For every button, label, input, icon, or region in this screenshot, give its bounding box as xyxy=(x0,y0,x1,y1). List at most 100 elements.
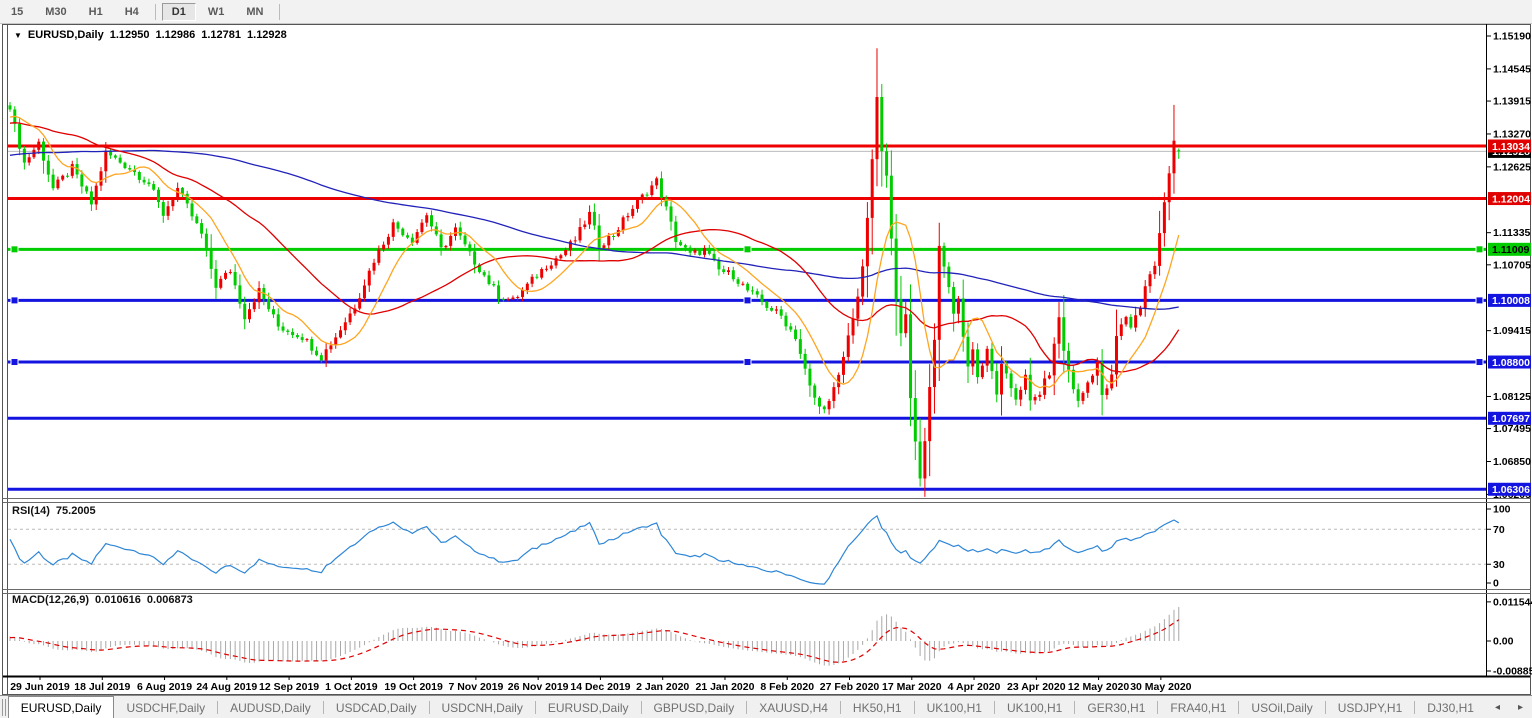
symbol-dropdown-icon[interactable]: ▼ xyxy=(14,31,22,40)
chart-tab-0-eurusd-daily[interactable]: EURUSD,Daily xyxy=(8,696,115,718)
svg-text:100: 100 xyxy=(1493,504,1511,516)
chart-tab-2-audusd-daily[interactable]: AUDUSD,Daily xyxy=(218,696,323,718)
ohlc-close: 1.12928 xyxy=(247,29,287,41)
toolbar-separator xyxy=(279,4,280,20)
ohlc-low: 1.12781 xyxy=(201,29,241,41)
svg-text:1.12625: 1.12625 xyxy=(1493,161,1531,173)
date-tick-label: 23 Apr 2020 xyxy=(1007,681,1066,693)
svg-text:1.09415: 1.09415 xyxy=(1493,325,1531,337)
price-badge-1.10008: 1.10008 xyxy=(1488,294,1531,307)
svg-text:1.15190: 1.15190 xyxy=(1493,31,1531,43)
svg-text:1.07697: 1.07697 xyxy=(1492,413,1530,425)
svg-text:-0.008858: -0.008858 xyxy=(1493,666,1532,678)
timeframe-button-d1[interactable]: D1 xyxy=(162,3,196,21)
chart-tab-3-usdcad-daily[interactable]: USDCAD,Daily xyxy=(324,696,429,718)
svg-text:1.08125: 1.08125 xyxy=(1493,391,1531,403)
chart-tab-4-usdcnh-daily[interactable]: USDCNH,Daily xyxy=(430,696,535,718)
macd-name: MACD(12,26,9) xyxy=(12,594,89,606)
date-tick-label: 2 Jan 2020 xyxy=(636,681,689,693)
line-handle[interactable] xyxy=(1476,246,1483,253)
chart-tab-8-hk50-h1[interactable]: HK50,H1 xyxy=(841,696,914,718)
rsi-indicator-label: RSI(14)75.2005 xyxy=(12,505,102,517)
line-handle[interactable] xyxy=(1476,359,1483,366)
line-handle[interactable] xyxy=(11,246,18,253)
timeframe-toolbar: 15M30H1H4 D1W1MN xyxy=(0,0,1532,24)
svg-text:0: 0 xyxy=(1493,578,1499,590)
svg-text:1.12004: 1.12004 xyxy=(1492,193,1530,205)
line-handle[interactable] xyxy=(1476,297,1483,304)
toolbar-separator xyxy=(155,4,156,20)
svg-text:1.13034: 1.13034 xyxy=(1492,141,1530,153)
chart-tab-bar: EURUSD,DailyUSDCHF,DailyAUDUSD,DailyUSDC… xyxy=(0,695,1532,718)
tab-scroll-controls: ◂ ▸ xyxy=(1486,696,1532,718)
svg-text:1.06306: 1.06306 xyxy=(1492,484,1530,496)
date-tick-label: 18 Jul 2019 xyxy=(74,681,130,693)
date-tick-label: 8 Feb 2020 xyxy=(760,681,814,693)
date-tick-label: 14 Dec 2019 xyxy=(570,681,630,693)
chart-tab-7-xauusd-h4[interactable]: XAUUSD,H4 xyxy=(747,696,840,718)
timeframe-button-m30[interactable]: M30 xyxy=(35,3,76,21)
date-tick-label: 12 Sep 2019 xyxy=(259,681,319,693)
chart-title: ▼ EURUSD,Daily 1.12950 1.12986 1.12781 1.1292… xyxy=(14,29,293,41)
chart-tab-11-ger30-h1[interactable]: GER30,H1 xyxy=(1075,696,1157,718)
price-badge-1.13034: 1.13034 xyxy=(1488,140,1531,153)
chart-tab-1-usdchf-daily[interactable]: USDCHF,Daily xyxy=(114,696,217,718)
date-tick-label: 6 Aug 2019 xyxy=(137,681,192,693)
macd-indicator-label: MACD(12,26,9)0.0106160.006873 xyxy=(12,594,199,606)
chart-tab-12-fra40-h1[interactable]: FRA40,H1 xyxy=(1158,696,1238,718)
svg-text:30: 30 xyxy=(1493,559,1505,571)
chart-tab-6-gbpusd-daily[interactable]: GBPUSD,Daily xyxy=(642,696,747,718)
chart-tab-9-uk100-h1[interactable]: UK100,H1 xyxy=(915,696,994,718)
svg-text:1.13915: 1.13915 xyxy=(1493,96,1531,108)
svg-text:1.10008: 1.10008 xyxy=(1492,295,1530,307)
date-tick-label: 27 Feb 2020 xyxy=(820,681,880,693)
date-tick-label: 26 Nov 2019 xyxy=(508,681,569,693)
svg-text:1.11335: 1.11335 xyxy=(1493,227,1531,239)
chart-tab-10-uk100-h1[interactable]: UK100,H1 xyxy=(995,696,1074,718)
line-handle[interactable] xyxy=(744,246,751,253)
timeframe-button-w1[interactable]: W1 xyxy=(198,3,235,21)
tab-bar-grip xyxy=(2,699,6,716)
date-tick-label: 21 Jan 2020 xyxy=(695,681,754,693)
rsi-value: 75.2005 xyxy=(56,505,96,517)
line-handle[interactable] xyxy=(11,297,18,304)
svg-text:0.00: 0.00 xyxy=(1493,636,1514,648)
svg-text:1.13270: 1.13270 xyxy=(1493,128,1531,140)
svg-text:1.10705: 1.10705 xyxy=(1493,259,1531,271)
ohlc-high: 1.12986 xyxy=(155,29,195,41)
tab-scroll-left-icon[interactable]: ◂ xyxy=(1486,702,1509,713)
chart-tab-14-usdjpy-h1[interactable]: USDJPY,H1 xyxy=(1326,696,1414,718)
symbol-label: EURUSD,Daily xyxy=(28,29,104,41)
price-badge-1.12004: 1.12004 xyxy=(1488,192,1531,205)
chart-tab-15-dj30-h1[interactable]: DJ30,H1 xyxy=(1415,696,1486,718)
svg-text:1.14545: 1.14545 xyxy=(1493,63,1531,75)
date-tick-label: 7 Nov 2019 xyxy=(448,681,503,693)
date-tick-label: 30 May 2020 xyxy=(1130,681,1191,693)
line-handle[interactable] xyxy=(744,359,751,366)
timeframe-button-h4[interactable]: H4 xyxy=(115,3,149,21)
tab-scroll-right-icon[interactable]: ▸ xyxy=(1509,702,1532,713)
chart-canvas: 1.15190 1.14545 1.13915 1.13270 1.12625 1.113… xyxy=(0,0,1532,718)
svg-text:1.06850: 1.06850 xyxy=(1493,456,1531,468)
timeframe-button-h1[interactable]: H1 xyxy=(79,3,113,21)
date-tick-label: 24 Aug 2019 xyxy=(196,681,257,693)
line-handle[interactable] xyxy=(11,359,18,366)
date-tick-label: 4 Apr 2020 xyxy=(948,681,1001,693)
svg-text:1.08800: 1.08800 xyxy=(1492,357,1530,369)
line-handle[interactable] xyxy=(744,297,751,304)
price-badge-1.07697: 1.07697 xyxy=(1488,412,1531,425)
svg-text:0.011544: 0.011544 xyxy=(1493,596,1532,608)
chart-window-frame xyxy=(3,24,1531,695)
date-tick-label: 12 May 2020 xyxy=(1068,681,1129,693)
trading-terminal: 15M30H1H4D1W1MN 1.151901.145451.139151.1… xyxy=(0,0,1532,718)
date-tick-label: 19 Oct 2019 xyxy=(384,681,443,693)
chart-tab-5-eurusd-daily[interactable]: EURUSD,Daily xyxy=(536,696,641,718)
chart-tab-13-usoil-daily[interactable]: USOil,Daily xyxy=(1239,696,1324,718)
date-tick-label: 17 Mar 2020 xyxy=(882,681,942,693)
price-badge-1.11009: 1.11009 xyxy=(1488,243,1531,256)
timeframe-button-mn[interactable]: MN xyxy=(236,3,273,21)
date-tick-label: 1 Oct 2019 xyxy=(325,681,378,693)
timeframe-button-15[interactable]: 15 xyxy=(1,3,33,21)
ohlc-open: 1.12950 xyxy=(110,29,150,41)
macd-signal-value: 0.006873 xyxy=(147,594,193,606)
